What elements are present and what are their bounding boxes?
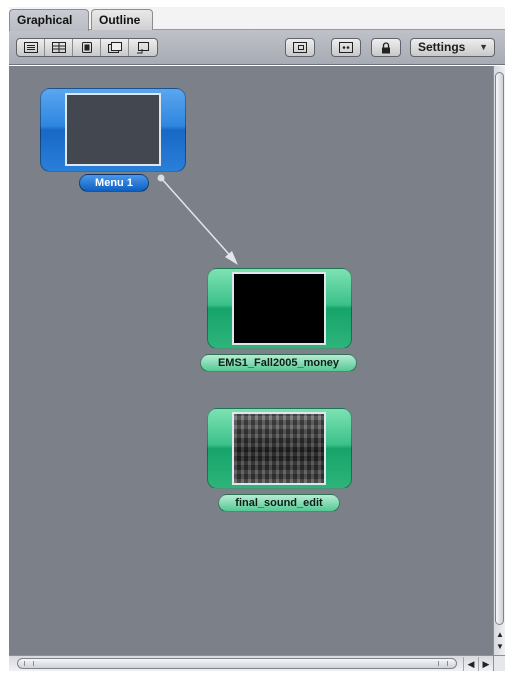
- add-menu-icon: [23, 42, 38, 53]
- lock-button[interactable]: [371, 38, 401, 57]
- view-tab-bar: Graphical Outline: [9, 7, 505, 31]
- add-track-button[interactable]: [73, 39, 101, 56]
- horizontal-scroll-arrows: ◀ ▶: [463, 657, 493, 671]
- add-track-icon: [81, 42, 92, 53]
- add-script-icon: [137, 41, 149, 53]
- menu-node[interactable]: Menu 1: [40, 88, 186, 200]
- arrange-button[interactable]: [331, 38, 361, 57]
- lock-icon: [382, 41, 390, 53]
- scroll-right-arrow-icon[interactable]: ▶: [478, 657, 493, 671]
- graphical-canvas[interactable]: Menu 1 EMS1_Fall2005_money final_sound_e…: [9, 66, 493, 655]
- track-node-ems1[interactable]: EMS1_Fall2005_money: [200, 268, 357, 374]
- track-thumbnail-ems1: [232, 272, 326, 345]
- settings-popup[interactable]: Settings ▼: [410, 38, 495, 57]
- horizontal-scroll-thumb[interactable]: [17, 658, 457, 669]
- scroll-grip-icon: [438, 661, 448, 666]
- track-thumbnail-final-sound-edit: [232, 412, 326, 485]
- tab-outline[interactable]: Outline: [91, 9, 153, 31]
- tab-graphical[interactable]: Graphical: [9, 9, 89, 31]
- scroll-up-arrow-icon[interactable]: ▲: [495, 629, 505, 640]
- dvd-project-window: Graphical Outline Settings ▼ Menu 1 EMS1…: [0, 0, 505, 681]
- vertical-scroll-thumb[interactable]: [495, 72, 504, 625]
- zoom-fit-button[interactable]: [285, 38, 315, 57]
- scrollbar-corner: [493, 655, 505, 671]
- add-layered-menu-icon: [51, 42, 66, 53]
- vertical-scrollbar[interactable]: ▲ ▼: [493, 66, 505, 655]
- arrange-icon: [339, 42, 353, 53]
- scroll-left-arrow-icon[interactable]: ◀: [463, 657, 478, 671]
- settings-label: Settings: [418, 40, 466, 54]
- add-menu-button[interactable]: [17, 39, 45, 56]
- scroll-grip-icon: [24, 661, 34, 666]
- menu-thumbnail: [65, 93, 161, 166]
- menu-node-label: Menu 1: [79, 174, 149, 192]
- add-layered-menu-button[interactable]: [45, 39, 73, 56]
- graphical-toolbar: Settings ▼: [9, 30, 505, 65]
- add-slideshow-icon: [107, 42, 122, 53]
- scroll-down-arrow-icon[interactable]: ▼: [495, 641, 505, 652]
- horizontal-scrollbar[interactable]: ◀ ▶: [9, 655, 493, 671]
- track-node-label-ems1: EMS1_Fall2005_money: [200, 354, 357, 372]
- add-script-button[interactable]: [129, 39, 157, 56]
- zoom-fit-icon: [293, 42, 307, 53]
- add-slideshow-button[interactable]: [101, 39, 129, 56]
- add-element-button-group: [16, 38, 158, 57]
- chevron-down-icon: ▼: [479, 42, 488, 52]
- track-node-label-final-sound-edit: final_sound_edit: [218, 494, 340, 512]
- track-node-final-sound-edit[interactable]: final_sound_edit: [207, 408, 352, 514]
